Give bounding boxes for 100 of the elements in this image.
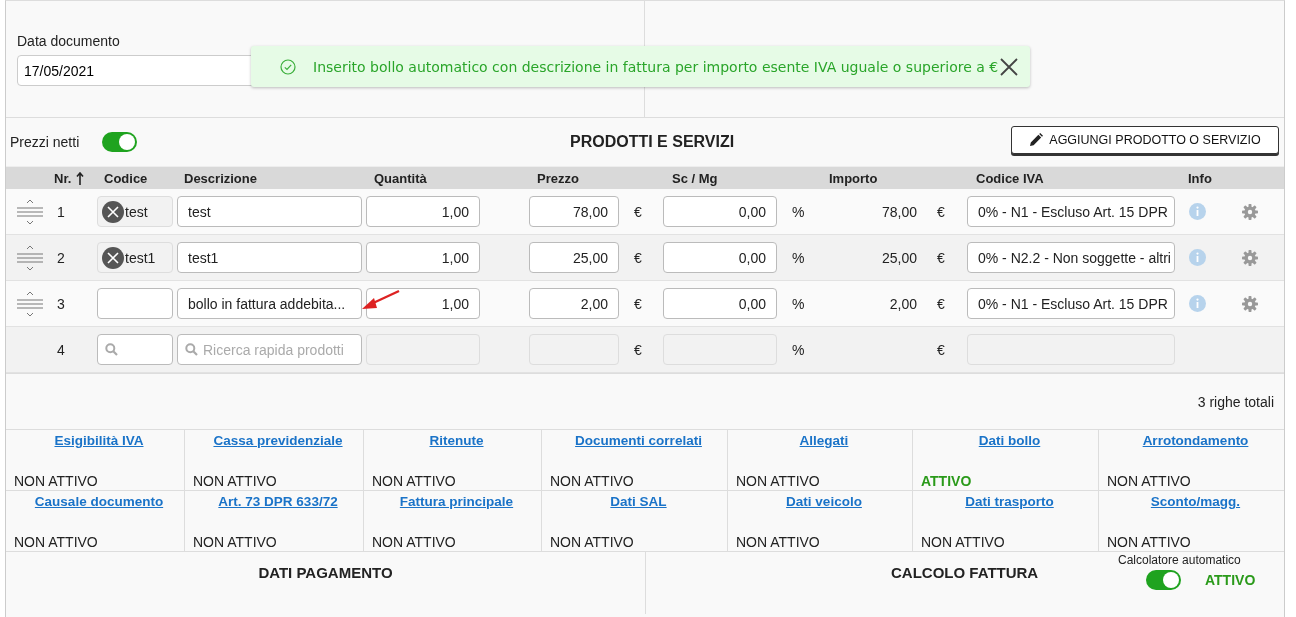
settings-icon[interactable] [1242,249,1258,266]
info-icon[interactable] [1189,203,1206,220]
column-header[interactable]: Codice [104,170,184,186]
option-status: NON ATTIVO [193,473,278,489]
info-icon[interactable] [1189,249,1206,266]
code-search-field[interactable] [97,334,173,365]
row-number: 2 [56,249,66,266]
option-status: NON ATTIVO [14,473,99,489]
quantity-field[interactable]: 1,00 [366,288,480,319]
amount-value: 2,00 [888,295,917,312]
price-field[interactable]: 78,00 [529,196,619,227]
discount-field[interactable]: 0,00 [663,288,777,319]
settings-icon[interactable] [1242,203,1258,220]
currency-symbol: € [633,295,643,312]
option-link[interactable]: Allegati [799,433,849,448]
section-title: PRODOTTI E SERVIZI [570,133,735,151]
discount-field[interactable]: 0,00 [663,196,777,227]
row-count: 3 righe totali [1197,393,1274,410]
search-placeholder: Ricerca rapida prodotti [203,341,344,358]
settings-icon[interactable] [1242,295,1258,312]
remove-icon[interactable] [102,200,124,223]
option-link[interactable]: Art. 73 DPR 633/72 [218,494,338,509]
column-header[interactable]: Info [1188,170,1248,186]
option-link[interactable]: Documenti correlati [575,433,702,448]
add-product-button[interactable]: AGGIUNGI PRODOTTO O SERVIZIO [1011,126,1279,154]
vat-code-field[interactable]: 0% - N1 - Escluso Art. 15 DPR [967,196,1175,227]
amount-value: 78,00 [880,203,917,220]
payment-title: DATI PAGAMENTO [258,564,393,582]
option-link[interactable]: Fattura principale [399,494,514,509]
auto-calculator-status: ATTIVO [1205,572,1256,588]
column-header[interactable]: Importo [829,170,976,186]
amount-value: 25,00 [880,249,917,266]
column-header[interactable]: Codice IVA [976,170,1188,186]
quantity-field[interactable]: 1,00 [366,196,480,227]
currency-symbol: € [936,249,946,266]
remove-icon[interactable] [102,246,124,269]
info-icon[interactable] [1189,295,1206,312]
search-icon [105,343,118,356]
percent-symbol: % [791,203,806,220]
option-status: NON ATTIVO [736,473,821,489]
auto-calculator-label: Calcolatore automatico [1118,553,1241,567]
currency-symbol: € [633,341,643,358]
row-number: 3 [56,295,66,312]
option-status: NON ATTIVO [550,534,635,550]
percent-symbol: % [791,295,806,312]
column-header[interactable]: Quantità [374,170,537,186]
net-prices-label: Prezzi netti [10,134,80,150]
price-field[interactable]: 2,00 [529,288,619,319]
option-link[interactable]: Arrotondamento [1142,433,1249,448]
net-prices-toggle[interactable] [102,132,138,152]
column-header[interactable]: Descrizione [184,170,374,186]
option-link[interactable]: Ritenute [429,433,484,448]
option-status: NON ATTIVO [550,473,635,489]
price-field[interactable]: 25,00 [529,242,619,273]
row-number: 1 [56,203,66,220]
pencil-icon [1029,133,1044,147]
auto-calculator-toggle[interactable] [1146,570,1181,590]
currency-symbol: € [633,203,643,220]
option-link[interactable]: Dati veicolo [786,494,862,509]
currency-symbol: € [936,341,946,358]
option-link[interactable]: Sconto/magg. [1150,494,1241,509]
option-status: NON ATTIVO [1107,473,1192,489]
drag-handle-icon[interactable] [16,198,44,225]
option-status: NON ATTIVO [736,534,821,550]
code-chip[interactable]: test1 [97,242,173,273]
drag-handle-icon[interactable] [16,290,44,317]
option-link[interactable]: Dati SAL [610,494,667,509]
column-header[interactable]: Prezzo [537,170,672,186]
vat-code-field[interactable]: 0% - N1 - Escluso Art. 15 DPR [967,288,1175,319]
vat-code-field[interactable]: 0% - N2.2 - Non soggette - altri [967,242,1175,273]
description-field[interactable]: bollo in fattura addebita... [177,288,362,319]
description-field[interactable]: test1 [177,242,362,273]
option-status: ATTIVO [921,473,973,489]
option-link[interactable]: Cassa previdenziale [213,433,343,448]
currency-symbol: € [936,295,946,312]
quantity-field[interactable]: 1,00 [366,242,480,273]
option-status: NON ATTIVO [14,534,99,550]
option-link[interactable]: Esigibilità IVA [54,433,144,448]
option-status: NON ATTIVO [921,534,1006,550]
column-header[interactable]: Nr. [54,170,104,186]
option-link[interactable]: Causale documento [34,494,164,509]
code-chip[interactable]: test [97,196,173,227]
option-status: NON ATTIVO [372,534,457,550]
option-status: NON ATTIVO [193,534,278,550]
option-status: NON ATTIVO [372,473,457,489]
option-link[interactable]: Dati bollo [978,433,1041,448]
notification-message: Inserito bollo automatico con descrizione in fattura per importo esente IVA uguale o superiore a € [313,58,999,75]
description-field[interactable]: test [177,196,362,227]
percent-symbol: % [791,341,806,358]
drag-handle-icon[interactable] [16,244,44,271]
code-field[interactable] [97,288,173,319]
column-header[interactable]: Sc / Mg [672,170,829,186]
close-icon[interactable] [1000,57,1019,76]
option-link[interactable]: Dati trasporto [965,494,1054,509]
sort-arrow-icon [76,171,85,185]
currency-symbol: € [633,249,643,266]
search-icon [185,343,198,356]
currency-symbol: € [936,203,946,220]
discount-field[interactable]: 0,00 [663,242,777,273]
option-status: NON ATTIVO [1107,534,1192,550]
